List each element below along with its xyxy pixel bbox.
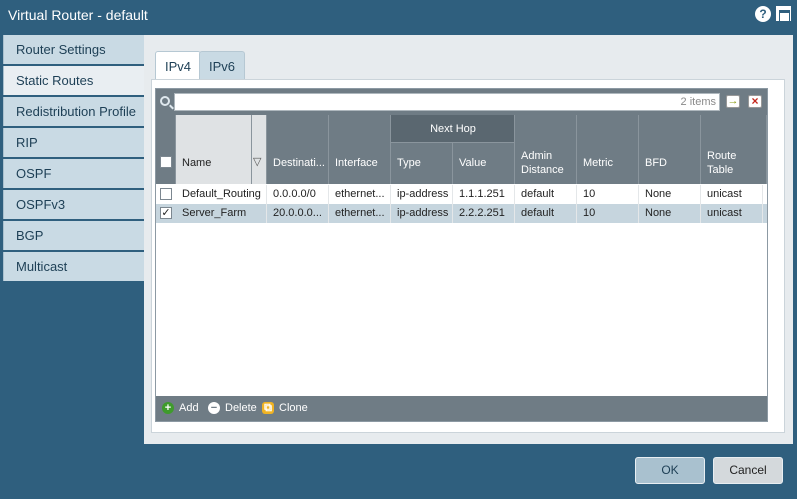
content-area: IPv4 IPv6 2 items → × Name ▽ Destinati..… — [144, 35, 793, 444]
column-sort-icon[interactable]: ▽ — [252, 115, 267, 184]
column-header-bfd[interactable]: BFD — [639, 115, 701, 184]
column-header-name[interactable]: Name — [176, 115, 252, 184]
sidebar-item-bgp[interactable]: BGP — [3, 221, 144, 250]
select-all-checkbox[interactable] — [160, 156, 172, 168]
column-header-admin-distance[interactable]: Admin Distance — [515, 115, 577, 184]
grid-footer: + Add − Delete ⧉ Clone — [156, 396, 767, 421]
sidebar: Router Settings Static Routes Redistribu… — [3, 35, 144, 283]
column-header-interface[interactable]: Interface — [329, 115, 391, 184]
tab-ipv6[interactable]: IPv6 — [199, 51, 246, 79]
sidebar-item-router-settings[interactable]: Router Settings — [3, 35, 144, 64]
item-count: 2 items — [680, 96, 716, 108]
apply-filter-icon[interactable]: → — [726, 95, 740, 108]
column-header-route-table[interactable]: Route Table — [701, 115, 767, 184]
static-routes-panel: IPv4 IPv6 2 items → × Name ▽ Destinati..… — [144, 35, 793, 444]
column-header-destination[interactable]: Destinati... — [267, 115, 329, 184]
ok-button[interactable]: OK — [635, 457, 705, 484]
header-select-all — [156, 115, 176, 184]
help-icon[interactable]: ? — [755, 6, 771, 22]
row-checkbox[interactable] — [160, 188, 172, 200]
window-title: Virtual Router - default — [8, 7, 148, 23]
sidebar-item-rip[interactable]: RIP — [3, 128, 144, 157]
tab-ipv4[interactable]: IPv4 — [155, 51, 202, 79]
sidebar-item-ospfv3[interactable]: OSPFv3 — [3, 190, 144, 219]
routes-grid: 2 items → × Name ▽ Destinati... Interfac… — [155, 88, 768, 422]
search-icon — [160, 96, 170, 106]
plus-icon: + — [162, 402, 174, 414]
minus-icon: − — [208, 402, 220, 414]
cancel-button[interactable]: Cancel — [713, 457, 783, 484]
chevron-down-icon: ▽ — [253, 156, 262, 168]
maximize-icon[interactable] — [776, 6, 791, 22]
table-row[interactable]: Default_Routing 0.0.0.0/0 ethernet... ip… — [156, 185, 767, 204]
column-header-value[interactable]: Value — [453, 143, 515, 184]
table-row[interactable]: ✓ Server_Farm 20.0.0.0... ethernet... ip… — [156, 204, 767, 223]
column-group-next-hop: Next Hop — [391, 115, 515, 143]
sidebar-item-static-routes[interactable]: Static Routes — [3, 66, 144, 95]
column-header-metric[interactable]: Metric — [577, 115, 639, 184]
sidebar-item-multicast[interactable]: Multicast — [3, 252, 144, 281]
clear-filter-icon[interactable]: × — [748, 95, 762, 108]
sidebar-item-redistribution-profile[interactable]: Redistribution Profile — [3, 97, 144, 126]
row-checkbox-checked[interactable]: ✓ — [160, 207, 172, 219]
sidebar-item-ospf[interactable]: OSPF — [3, 159, 144, 188]
title-bar: Virtual Router - default ? — [0, 0, 797, 33]
search-bar: 2 items → × — [156, 89, 767, 115]
column-header-type[interactable]: Type — [391, 143, 453, 184]
clone-icon: ⧉ — [262, 402, 274, 414]
